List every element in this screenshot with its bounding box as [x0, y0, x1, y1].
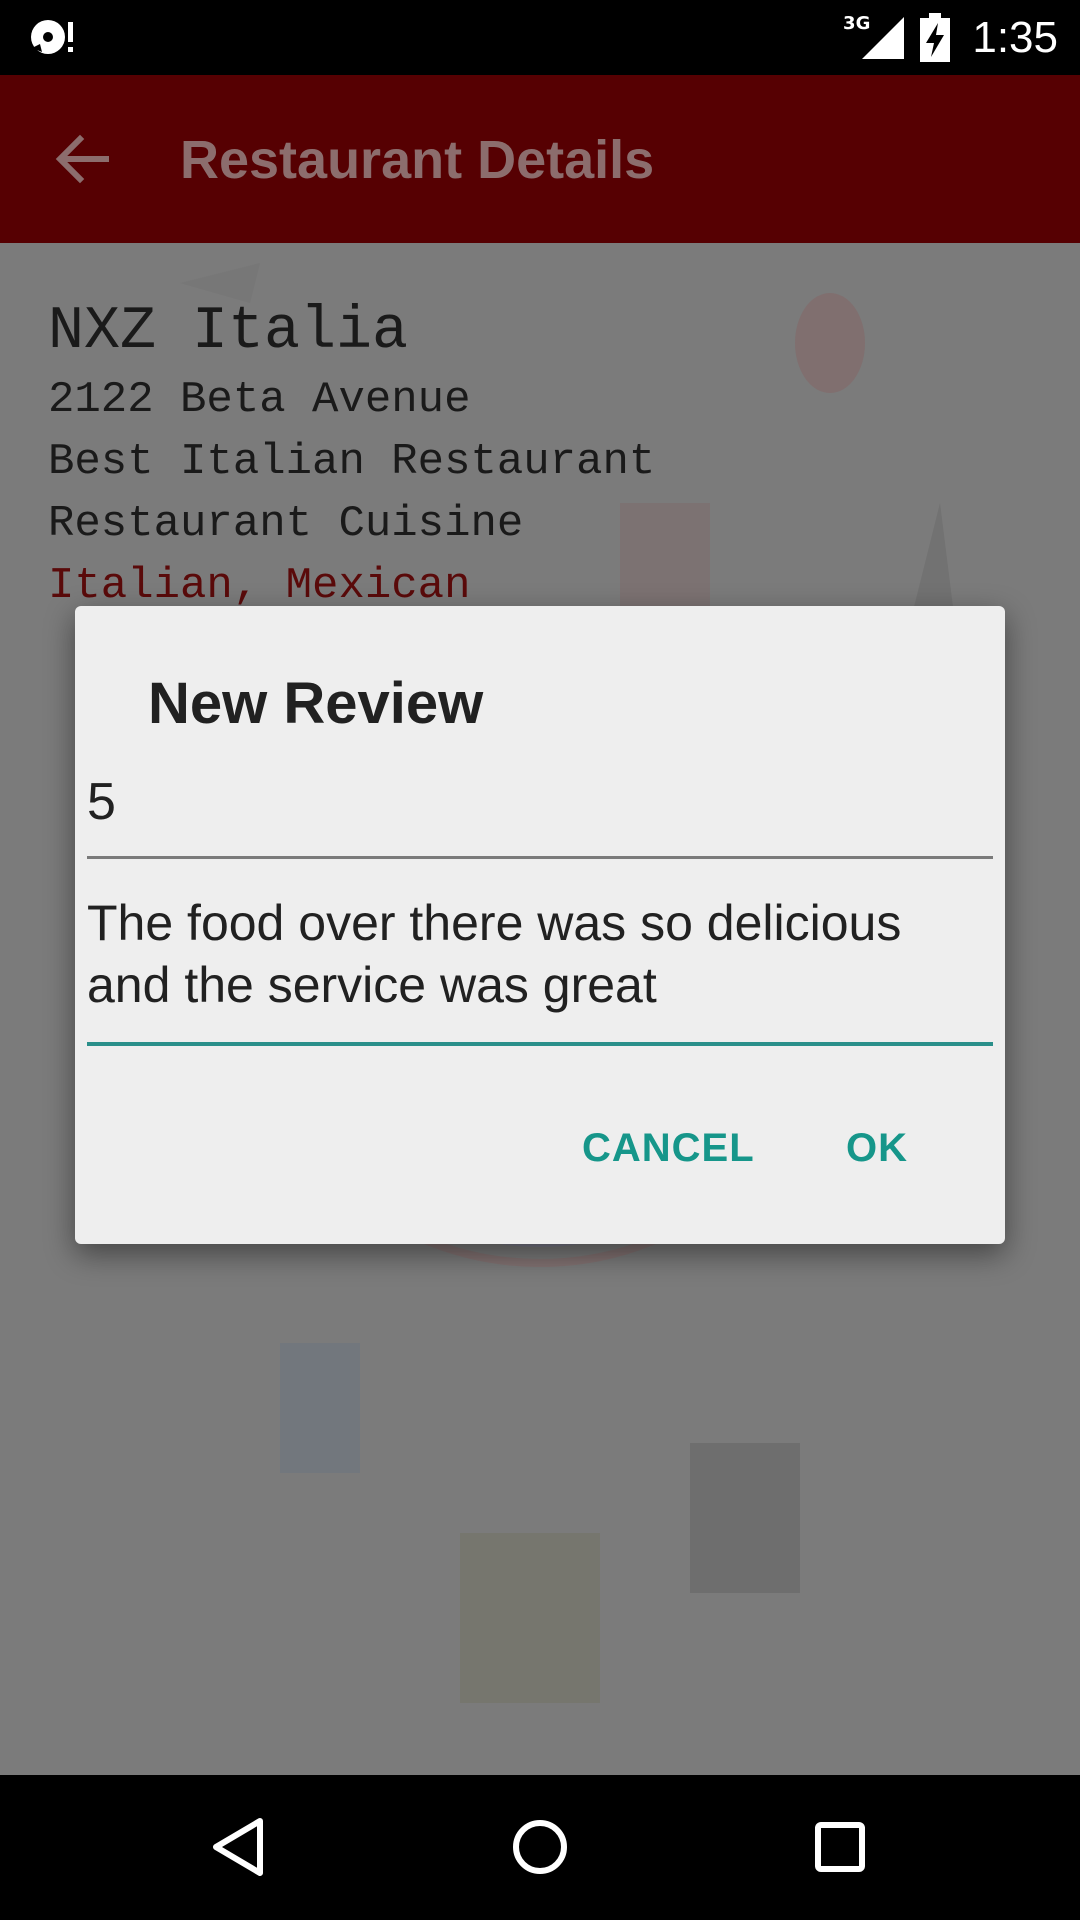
cancel-button[interactable]: CANCEL — [582, 1126, 755, 1171]
network-type-label: 3G — [843, 13, 871, 34]
nav-home-icon[interactable] — [504, 1811, 576, 1883]
restaurant-info: NXZ Italia 2122 Beta Avenue Best Italian… — [48, 295, 655, 617]
ok-button[interactable]: OK — [846, 1126, 908, 1171]
restaurant-name: NXZ Italia — [48, 298, 409, 366]
review-text-value: The food over there was so delicious and… — [87, 895, 902, 1013]
nav-recents-icon[interactable] — [804, 1811, 876, 1883]
page-title: Restaurant Details — [180, 130, 655, 190]
new-review-dialog: New Review 5 The food over there was so … — [75, 606, 1005, 1244]
rating-input[interactable]: 5 — [87, 762, 993, 859]
dialog-title: New Review — [148, 671, 484, 736]
arrow-back-icon[interactable] — [48, 125, 116, 193]
media-notification-icon — [31, 20, 73, 54]
restaurant-tagline: Best Italian Restaurant — [48, 437, 656, 487]
navigation-bar — [0, 1775, 1080, 1920]
battery-charging-icon — [920, 12, 951, 62]
clock: 1:35 — [972, 12, 1058, 62]
cuisine-label: Restaurant Cuisine — [48, 499, 524, 549]
nav-back-icon[interactable] — [204, 1811, 276, 1883]
rating-value: 5 — [87, 773, 116, 831]
review-text-input[interactable]: The food over there was so delicious and… — [87, 874, 993, 1046]
app-bar: Restaurant Details — [0, 75, 1080, 243]
status-bar: 3G 1:35 — [0, 0, 1080, 75]
restaurant-address: 2122 Beta Avenue — [48, 375, 471, 425]
